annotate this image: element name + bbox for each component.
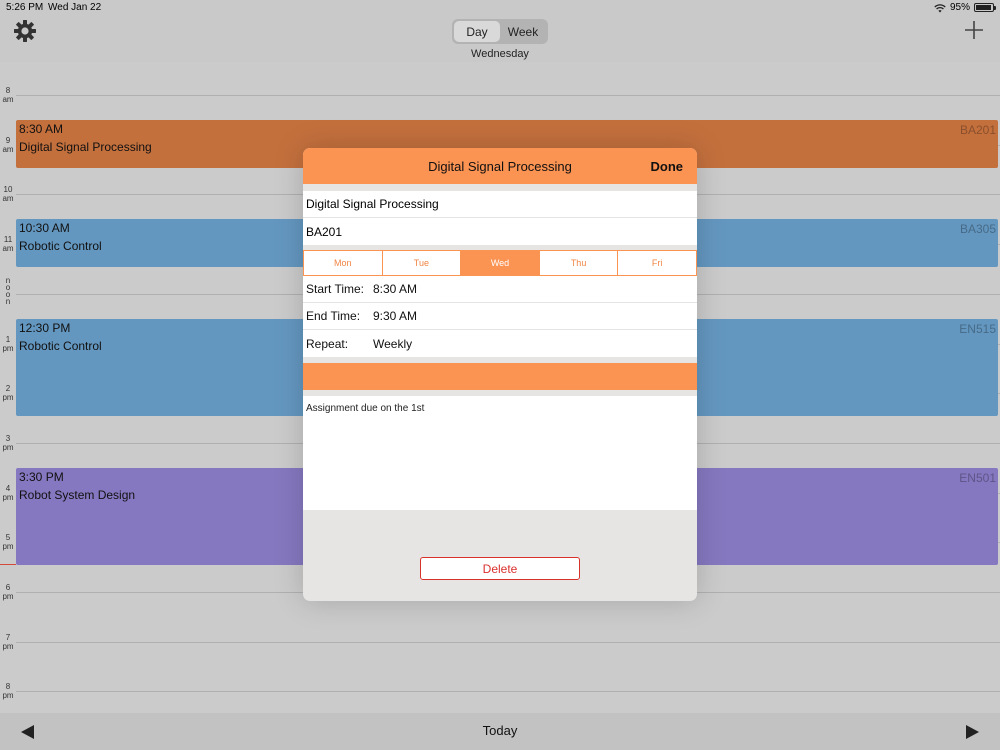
- hour-label: 5 pm: [0, 533, 16, 551]
- plus-icon: [965, 21, 983, 39]
- battery-icon: [974, 3, 996, 12]
- hour-label: 8 am: [0, 86, 16, 104]
- hour-label: 1 pm: [0, 335, 16, 353]
- battery-percent: 95%: [949, 2, 970, 13]
- start-time-value: 8:30 AM: [373, 282, 418, 296]
- hour-label: 9 am: [0, 136, 16, 154]
- event-room: BA305: [959, 222, 996, 237]
- hour-number: 9: [5, 135, 11, 145]
- hour-suffix: am: [2, 244, 14, 254]
- hour-label: 11 am: [0, 235, 16, 253]
- hour-line: [16, 641, 1000, 643]
- gear-icon: [14, 20, 36, 42]
- end-time-value: 9:30 AM: [373, 309, 418, 323]
- hour-suffix: pm: [2, 393, 14, 403]
- hour-suffix: pm: [2, 442, 14, 452]
- hour-number: 3: [5, 433, 11, 443]
- day-title: Wednesday: [471, 48, 529, 60]
- previous-day-button[interactable]: [18, 722, 38, 742]
- event-room: EN501: [959, 470, 996, 485]
- delete-button[interactable]: Delete: [420, 557, 580, 580]
- start-time-row[interactable]: Start Time: 8:30 AM: [303, 276, 697, 303]
- room-field[interactable]: BA201: [303, 218, 697, 245]
- day-option-tue[interactable]: Tue: [383, 251, 462, 275]
- event-room: BA201: [959, 122, 996, 137]
- hour-suffix: am: [2, 144, 14, 154]
- status-time: 5:26 PM: [6, 2, 44, 13]
- course-name-value: Digital Signal Processing: [306, 197, 439, 211]
- hour-label: 7 pm: [0, 633, 16, 651]
- room-value: BA201: [306, 224, 343, 239]
- day-option-mon[interactable]: Mon: [304, 251, 383, 275]
- day-option-fri[interactable]: Fri: [618, 251, 696, 275]
- current-time-indicator: [0, 563, 16, 565]
- hour-number: 10: [3, 185, 13, 195]
- hour-label: 2 pm: [0, 384, 16, 402]
- color-bar[interactable]: [303, 363, 697, 390]
- next-day-button[interactable]: [962, 722, 982, 742]
- status-bar: 5:26 PM Wed Jan 22 95%: [0, 0, 1000, 14]
- hour-number: 5: [5, 533, 11, 543]
- wifi-icon: [934, 3, 946, 12]
- repeat-value: Weekly: [373, 336, 413, 351]
- status-right: 95%: [934, 2, 996, 13]
- hour-number: 7: [5, 632, 11, 642]
- day-option-thu[interactable]: Thu: [540, 251, 619, 275]
- hour-number: 8: [5, 86, 11, 95]
- triangle-left-icon: [21, 725, 34, 739]
- bottom-toolbar: Today: [0, 713, 1000, 750]
- hour-suffix: pm: [2, 492, 14, 502]
- hour-suffix: pm: [2, 542, 14, 552]
- triangle-right-icon: [966, 725, 979, 739]
- hour-label: 3 pm: [0, 434, 16, 452]
- start-time-label: Start Time:: [306, 282, 365, 296]
- modal-title: Digital Signal Processing: [428, 159, 572, 174]
- status-date: Wed Jan 22: [48, 2, 102, 13]
- hour-label: noon: [0, 276, 16, 306]
- hour-number: 2: [5, 384, 11, 394]
- battery-fill: [976, 5, 992, 10]
- day-picker: Mon Tue Wed Thu Fri: [303, 250, 697, 276]
- hour-label: 6 pm: [0, 583, 16, 601]
- hour-label: 10 am: [0, 185, 16, 203]
- header: Day Week Wednesday: [0, 14, 1000, 62]
- modal-header: Digital Signal Processing Done: [303, 148, 697, 184]
- event-room: EN515: [959, 321, 996, 336]
- repeat-label: Repeat:: [306, 336, 349, 351]
- course-name-field[interactable]: Digital Signal Processing: [303, 191, 697, 218]
- hour-number: 4: [5, 483, 11, 493]
- notes-textarea[interactable]: Assignment due on the 1st: [303, 396, 697, 510]
- edit-class-modal: Digital Signal Processing Done Digital S…: [303, 148, 697, 601]
- hour-number: 8: [5, 682, 11, 692]
- hour-suffix: pm: [2, 641, 14, 651]
- hour-label-letter: n: [5, 296, 11, 306]
- day-option-wed[interactable]: Wed: [461, 251, 540, 275]
- end-time-label: End Time:: [306, 309, 361, 323]
- hour-number: 1: [5, 334, 11, 344]
- today-button[interactable]: Today: [450, 723, 550, 738]
- hour-line: [16, 691, 1000, 693]
- hour-number: 11: [3, 235, 13, 245]
- hour-label: 4 pm: [0, 484, 16, 502]
- hour-label: 8 pm: [0, 682, 16, 700]
- end-time-row[interactable]: End Time: 9:30 AM: [303, 303, 697, 330]
- hour-suffix: pm: [2, 343, 14, 353]
- tab-day[interactable]: Day: [454, 21, 500, 42]
- hour-number: 6: [5, 583, 11, 592]
- done-button[interactable]: Done: [651, 159, 684, 174]
- hour-suffix: am: [2, 95, 14, 104]
- hour-suffix: pm: [2, 691, 14, 701]
- view-segmented-control: Day Week: [452, 19, 548, 44]
- tab-week[interactable]: Week: [500, 21, 546, 42]
- hour-suffix: am: [2, 194, 14, 204]
- add-button[interactable]: [962, 18, 986, 42]
- hour-suffix: pm: [2, 592, 14, 601]
- event-time: 8:30 AM: [19, 121, 64, 136]
- hour-line: [16, 95, 1000, 96]
- repeat-row[interactable]: Repeat: Weekly: [303, 330, 697, 357]
- settings-button[interactable]: [12, 18, 38, 44]
